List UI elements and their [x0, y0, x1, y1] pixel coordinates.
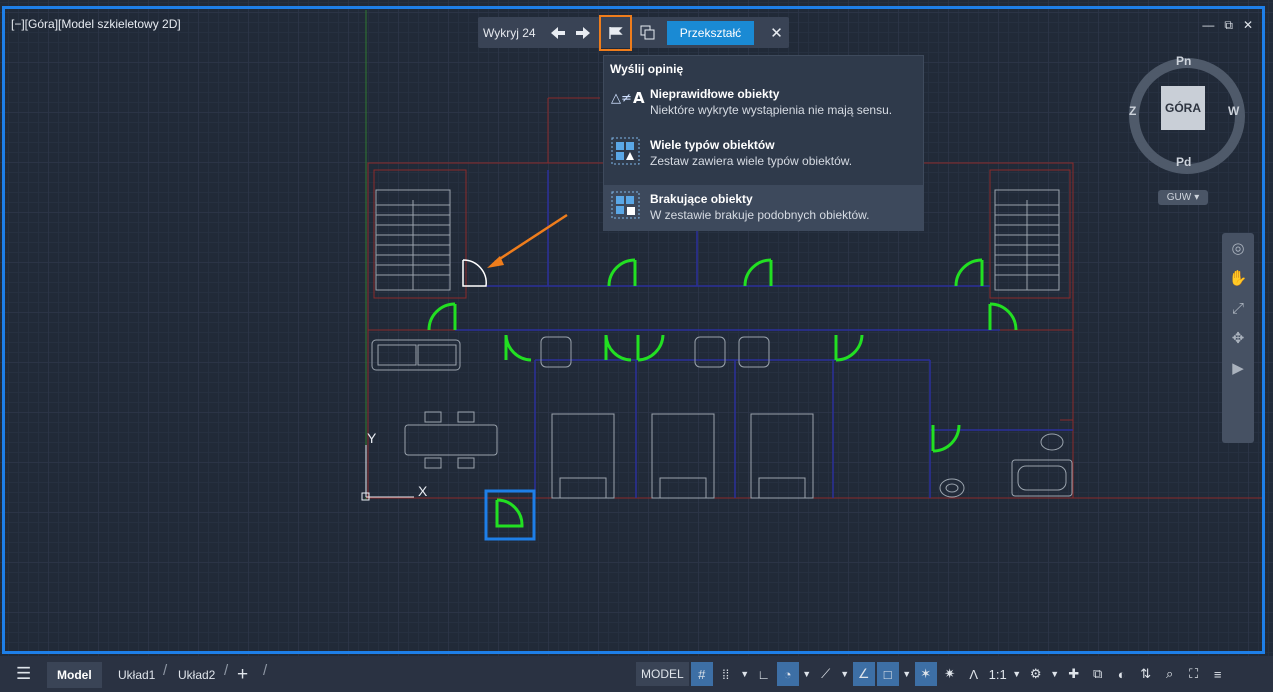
customize-menu-icon[interactable]: ≡ [1207, 662, 1229, 686]
pan-hand-icon[interactable]: ✋ [1222, 263, 1254, 293]
zoom-extents-icon[interactable]: ⤢ [1222, 293, 1254, 323]
fullscreen-icon[interactable]: ⛶ [1183, 662, 1205, 686]
feedback-menu: Wyślij opinię △≠ A Nieprawidłowe obiekty … [603, 55, 924, 231]
steering-wheel-icon[interactable]: ◎ [1222, 233, 1254, 263]
object-detection-toolbar: Wykryj 24 Przekształć ✕ [478, 14, 789, 51]
copy-objects-icon[interactable] [636, 20, 661, 46]
feedback-item-missing-objects[interactable]: Brakujące obiekty W zestawie brakuje pod… [604, 185, 923, 231]
hamburger-menu-icon[interactable]: ☰ [16, 664, 31, 684]
chevron-down-icon[interactable]: ▼ [839, 662, 851, 686]
annotation-scale-icon[interactable]: Ʌ [963, 662, 985, 686]
ortho-icon[interactable]: ∟ [753, 662, 775, 686]
minimize-icon[interactable]: — [1202, 18, 1214, 33]
missing-objects-icon [611, 191, 641, 219]
annotation-visibility-icon[interactable]: ✶ [914, 662, 937, 686]
feedback-item-invalid-objects[interactable]: △≠ A Nieprawidłowe obiekty Niektóre wykry… [604, 83, 923, 129]
svg-text:△≠: △≠ [611, 91, 632, 106]
compass-north-label[interactable]: Pn [1176, 54, 1191, 68]
restore-icon[interactable]: ⧉ [1224, 18, 1233, 33]
model-space-button[interactable]: MODEL [636, 662, 689, 686]
detect-count-label: Wykryj 24 [483, 25, 536, 40]
orbit-icon[interactable]: ✥ [1222, 323, 1254, 353]
chevron-down-icon[interactable]: ▼ [901, 662, 913, 686]
scale-value[interactable]: 1:1 [987, 662, 1009, 686]
chevron-down-icon[interactable]: ▼ [739, 662, 751, 686]
gear-icon[interactable]: ⚙ [1025, 662, 1047, 686]
navigation-bar: ◎ ✋ ⤢ ✥ ▶ [1222, 233, 1254, 443]
polar-tracking-icon[interactable]: ◔ [776, 662, 799, 686]
auto-scale-icon[interactable]: ✷ [939, 662, 961, 686]
not-equal-icon: △≠ A [611, 86, 645, 114]
tab-separator: / [263, 662, 268, 679]
svg-text:A: A [633, 89, 645, 106]
close-icon[interactable]: ✕ [1243, 18, 1253, 33]
quick-properties-icon[interactable]: ⇅ [1135, 662, 1157, 686]
grid-icon[interactable]: # [690, 662, 713, 686]
feedback-item-description: W zestawie brakuje podobnych obiektów. [650, 208, 870, 222]
object-snap-tracking-icon[interactable]: ∠ [852, 662, 875, 686]
tab-separator: / [224, 662, 229, 679]
feedback-item-multiple-types[interactable]: Wiele typów obiektów Zestaw zawiera wiel… [604, 134, 923, 180]
feedback-item-title: Wiele typów obiektów [650, 138, 775, 152]
previous-arrow-icon[interactable] [546, 20, 571, 46]
view-cube[interactable]: GÓRA Pn Pd W Z [1125, 52, 1245, 177]
status-toggles: MODEL # ⁞⁞ ▼ ∟ ◔ ▼ ⟋ ▼ ∠ □ ▼ ✶ ✷ Ʌ 1:1 ▼… [636, 660, 1229, 688]
ucs-x-label: X [418, 483, 428, 499]
close-toolbar-icon[interactable]: ✕ [764, 20, 789, 46]
plus-icon[interactable]: ✚ [1063, 662, 1085, 686]
feedback-item-title: Nieprawidłowe obiekty [650, 87, 780, 101]
next-arrow-icon[interactable] [570, 20, 595, 46]
feedback-item-description: Zestaw zawiera wiele typów obiektów. [650, 154, 853, 168]
isodraft-icon[interactable]: ⟋ [815, 662, 837, 686]
convert-button[interactable]: Przekształć [666, 20, 755, 45]
add-layout-button[interactable]: + [237, 662, 248, 688]
multiple-types-icon [611, 137, 641, 165]
chevron-down-icon[interactable]: ▼ [1049, 662, 1061, 686]
feedback-flag-icon[interactable] [599, 14, 632, 51]
tab-layout2[interactable]: Układ2 [178, 662, 215, 688]
feedback-item-description: Niektóre wykryte wystąpienia nie mają se… [650, 103, 893, 117]
chevron-down-icon[interactable]: ▼ [801, 662, 813, 686]
viewport-label[interactable]: [−][Góra][Model szkieletowy 2D] [11, 17, 181, 31]
isolate-objects-icon[interactable]: ◐ [1111, 662, 1133, 686]
object-snap-icon[interactable]: □ [876, 662, 899, 686]
feedback-item-title: Brakujące obiekty [650, 192, 753, 206]
viewport-window-controls: — ⧉ ✕ [1202, 18, 1253, 33]
view-cube-face[interactable]: GÓRA [1161, 86, 1205, 130]
search-icon[interactable]: ⌕ [1159, 662, 1181, 686]
drawing-viewport[interactable]: Y X [−][Góra][Model szkieletowy 2D] — ⧉ … [0, 0, 1273, 656]
tab-model[interactable]: Model [47, 662, 102, 688]
feedback-header: Wyślij opinię [610, 62, 684, 76]
status-bar: ☰ Model Układ1 / Układ2 / + / MODEL # ⁞⁞… [0, 656, 1273, 692]
chevron-down-icon[interactable]: ▼ [1011, 662, 1023, 686]
chevron-down-icon: ▾ [1194, 192, 1200, 203]
units-icon[interactable]: ⧉ [1087, 662, 1109, 686]
ucs-menu-button[interactable]: GUW ▾ [1158, 190, 1208, 205]
compass-south-label[interactable]: Pd [1176, 155, 1191, 169]
snap-icon[interactable]: ⁞⁞ [715, 662, 737, 686]
tab-separator: / [163, 662, 168, 679]
showmotion-icon[interactable]: ▶ [1222, 353, 1254, 383]
compass-east-label[interactable]: Z [1129, 104, 1136, 118]
ucs-y-label: Y [367, 430, 377, 446]
tab-layout1[interactable]: Układ1 [118, 662, 155, 688]
ucs-label: GUW [1166, 192, 1192, 203]
compass-west-label[interactable]: W [1228, 104, 1239, 118]
